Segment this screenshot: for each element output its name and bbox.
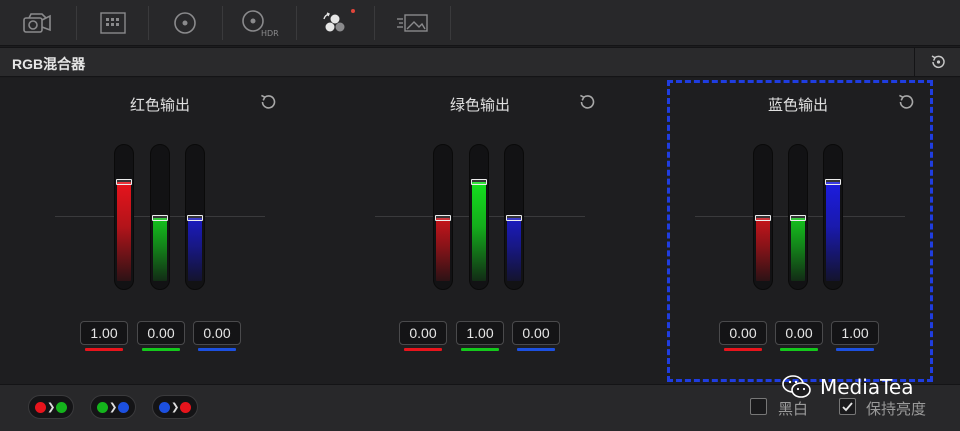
blue-output-group: 蓝色输出 0.00 0.00 1.00 (640, 78, 960, 384)
green-output-red-value[interactable]: 0.00 (399, 321, 447, 345)
green-dot-icon (97, 401, 108, 413)
slider-fill (472, 182, 486, 281)
rgb-mixer-button[interactable] (300, 6, 370, 40)
swap-red-green-button[interactable]: ❯ (28, 395, 74, 419)
reset-icon (931, 55, 945, 69)
slider-handle[interactable] (755, 215, 771, 221)
active-indicator (351, 9, 355, 13)
reset-icon (261, 94, 276, 109)
rgb-mixer-panel: 红色输出 1.00 0.00 0.00 绿色输出 0.00 1.00 0.00 … (0, 78, 960, 384)
panel-header: RGB混合器 (0, 47, 960, 77)
slider-handle[interactable] (471, 179, 487, 185)
motion-effects-icon (397, 14, 428, 32)
watermark: MediaTea (782, 374, 913, 400)
green-output-blue-value[interactable]: 0.00 (512, 321, 560, 345)
red-output-green-value[interactable]: 0.00 (137, 321, 185, 345)
swap-green-blue-button[interactable]: ❯ (90, 395, 136, 419)
hdr-wheels-button[interactable]: HDR (224, 6, 294, 40)
monochrome-checkbox[interactable] (750, 398, 767, 415)
color-wheels-button[interactable] (150, 6, 220, 40)
rgb-mixer-icon (323, 12, 345, 32)
camera-raw-icon (23, 13, 51, 33)
slider-handle[interactable] (116, 179, 132, 185)
slider-fill (117, 182, 131, 281)
color-match-button[interactable] (78, 6, 148, 40)
blue-dot-icon (118, 401, 129, 413)
red-output-group: 红色输出 1.00 0.00 0.00 (0, 78, 320, 384)
color-wheels-icon (174, 12, 196, 34)
slider-fill (188, 218, 202, 281)
blue-output-blue-value[interactable]: 1.00 (831, 321, 879, 345)
slider-fill (826, 182, 840, 281)
slider-handle[interactable] (825, 179, 841, 185)
arrow-right-icon: ❯ (171, 401, 180, 413)
preserve-luminance-label: 保持亮度 (866, 401, 927, 418)
reset-all-button[interactable] (914, 48, 960, 76)
toolbar: HDR (0, 0, 960, 46)
red-output-reset-button[interactable] (257, 91, 279, 113)
swap-blue-red-button[interactable]: ❯ (152, 395, 198, 419)
slider-handle[interactable] (187, 215, 203, 221)
green-output-group: 绿色输出 0.00 1.00 0.00 (320, 78, 640, 384)
slider-fill (153, 218, 167, 281)
green-output-green-slider[interactable] (469, 144, 489, 290)
blue-output-green-value[interactable]: 0.00 (775, 321, 823, 345)
green-output-green-value[interactable]: 1.00 (456, 321, 504, 345)
svg-text:HDR: HDR (261, 29, 279, 38)
green-output-blue-slider[interactable] (504, 144, 524, 290)
blue-output-red-slider[interactable] (753, 144, 773, 290)
wechat-icon (782, 375, 811, 398)
slider-handle[interactable] (790, 215, 806, 221)
color-match-icon (100, 12, 126, 34)
red-output-blue-slider[interactable] (185, 144, 205, 290)
arrow-right-icon: ❯ (109, 401, 118, 413)
blue-output-green-slider[interactable] (788, 144, 808, 290)
blue-channel-underline (198, 348, 236, 351)
red-output-blue-value[interactable]: 0.00 (193, 321, 241, 345)
red-output-red-slider[interactable] (114, 144, 134, 290)
blue-output-blue-slider[interactable] (823, 144, 843, 290)
red-dot-icon (35, 401, 46, 413)
blue-channel-underline (836, 348, 874, 351)
blue-output-reset-button[interactable] (895, 91, 917, 113)
slider-fill (436, 218, 450, 281)
slider-fill (791, 218, 805, 281)
slider-fill (507, 218, 521, 281)
monochrome-label: 黑白 (778, 401, 809, 418)
red-output-red-value[interactable]: 1.00 (80, 321, 128, 345)
green-output-red-slider[interactable] (433, 144, 453, 290)
red-output-green-slider[interactable] (150, 144, 170, 290)
red-channel-underline (85, 348, 123, 351)
reset-icon (899, 94, 914, 109)
camera-raw-button[interactable] (2, 6, 72, 40)
green-output-reset-button[interactable] (576, 91, 598, 113)
slider-fill (756, 218, 770, 281)
blue-channel-underline (517, 348, 555, 351)
green-dot-icon (56, 401, 67, 413)
slider-handle[interactable] (435, 215, 451, 221)
preserve-luminance-checkbox[interactable] (839, 398, 856, 415)
watermark-text: MediaTea (820, 375, 914, 399)
red-channel-underline (724, 348, 762, 351)
green-channel-underline (461, 348, 499, 351)
reset-icon (580, 94, 595, 109)
red-channel-underline (404, 348, 442, 351)
green-channel-underline (780, 348, 818, 351)
green-channel-underline (142, 348, 180, 351)
blue-output-red-value[interactable]: 0.00 (719, 321, 767, 345)
motion-effects-button[interactable] (378, 6, 448, 40)
panel-title: RGB混合器 (12, 56, 86, 72)
hdr-wheels-icon: HDR (242, 10, 279, 38)
slider-handle[interactable] (506, 215, 522, 221)
blue-dot-icon (159, 401, 170, 413)
checkmark-icon (842, 402, 853, 412)
arrow-right-icon: ❯ (47, 401, 56, 413)
slider-handle[interactable] (152, 215, 168, 221)
red-dot-icon (180, 401, 191, 413)
